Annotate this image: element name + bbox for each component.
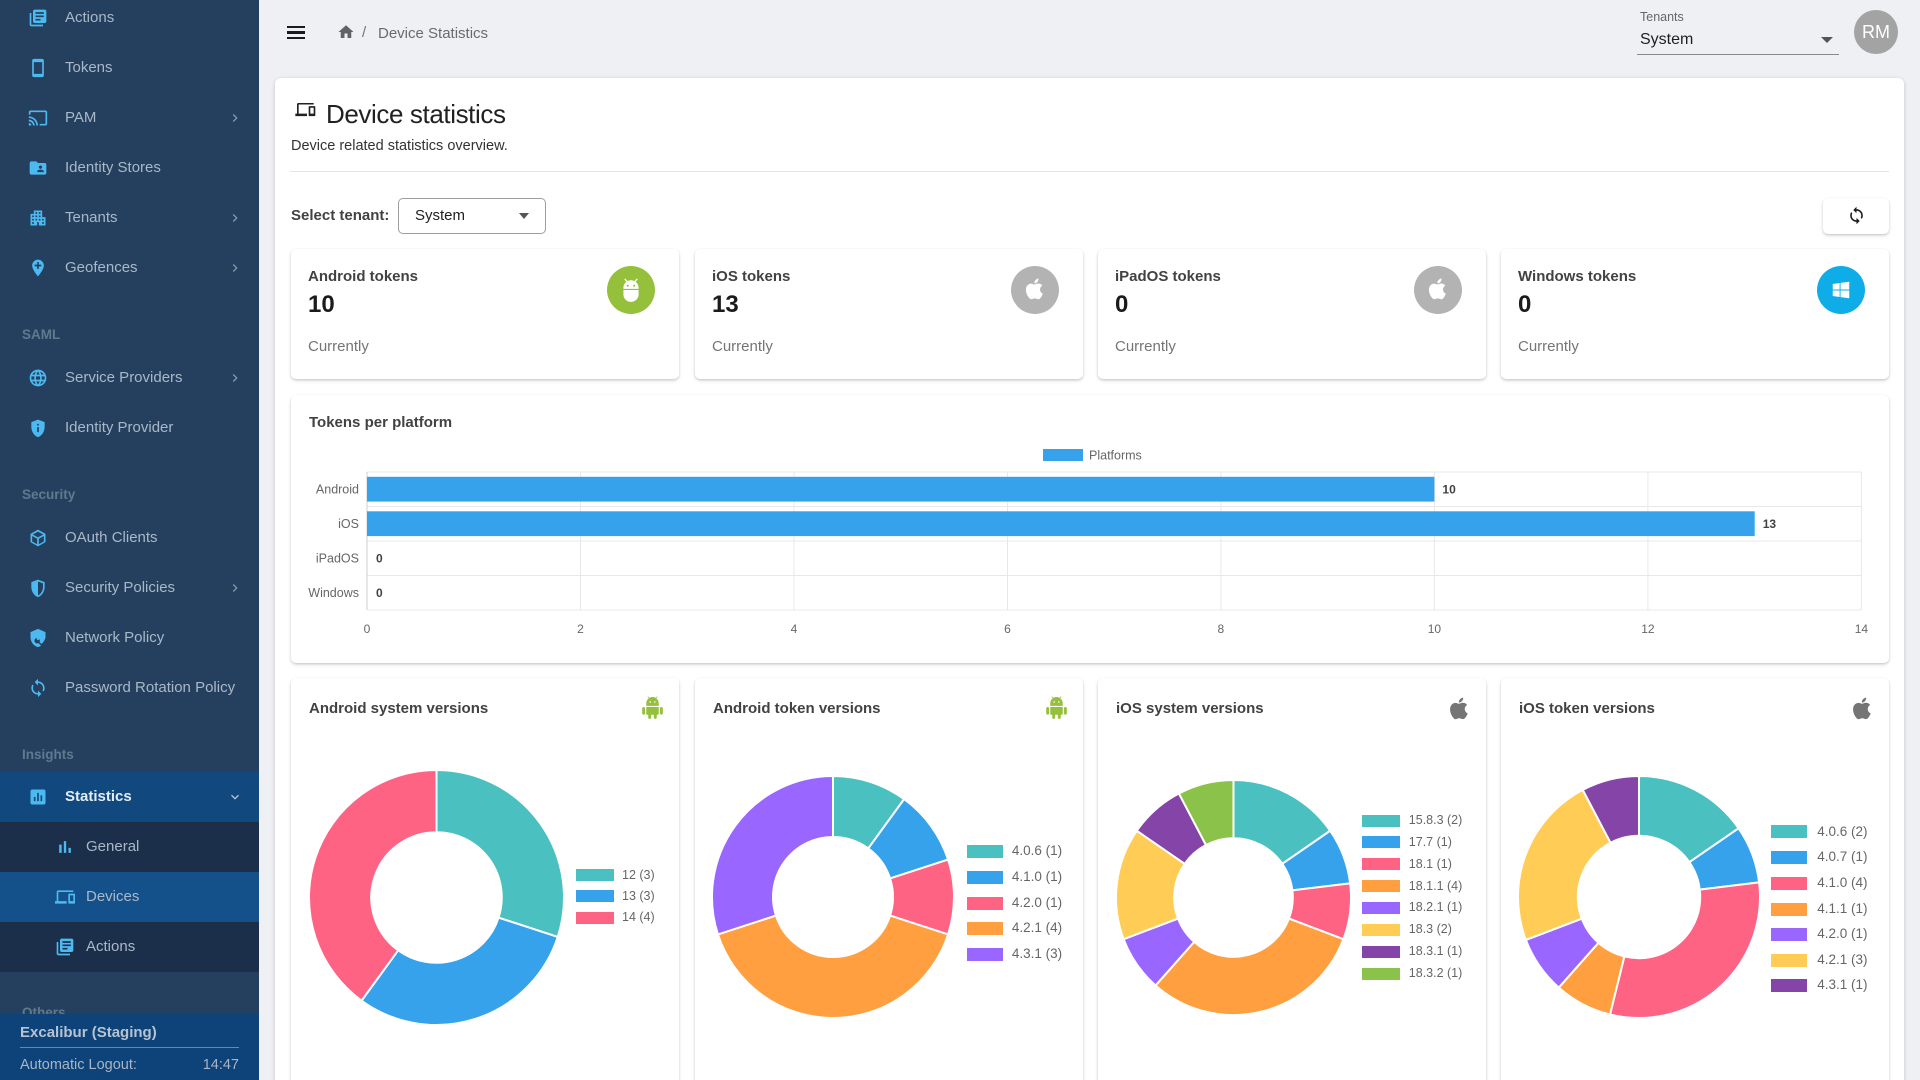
svg-text:13: 13 xyxy=(1763,517,1777,531)
svg-text:12: 12 xyxy=(1641,622,1655,636)
svg-text:6: 6 xyxy=(1004,622,1011,636)
svg-text:2: 2 xyxy=(577,622,584,636)
svg-text:Android: Android xyxy=(316,483,359,497)
svg-text:10: 10 xyxy=(1428,622,1442,636)
svg-text:0: 0 xyxy=(376,586,383,600)
svg-text:iPadOS: iPadOS xyxy=(316,551,359,565)
svg-text:4: 4 xyxy=(791,622,798,636)
svg-text:0: 0 xyxy=(376,551,383,565)
svg-text:iOS: iOS xyxy=(338,517,359,531)
svg-text:8: 8 xyxy=(1218,622,1225,636)
svg-text:Platforms: Platforms xyxy=(1089,449,1142,463)
svg-text:10: 10 xyxy=(1442,483,1456,497)
svg-text:0: 0 xyxy=(364,622,371,636)
svg-text:14: 14 xyxy=(1855,622,1869,636)
svg-text:Tokens per platform: Tokens per platform xyxy=(309,414,452,431)
svg-text:Windows: Windows xyxy=(308,586,359,600)
